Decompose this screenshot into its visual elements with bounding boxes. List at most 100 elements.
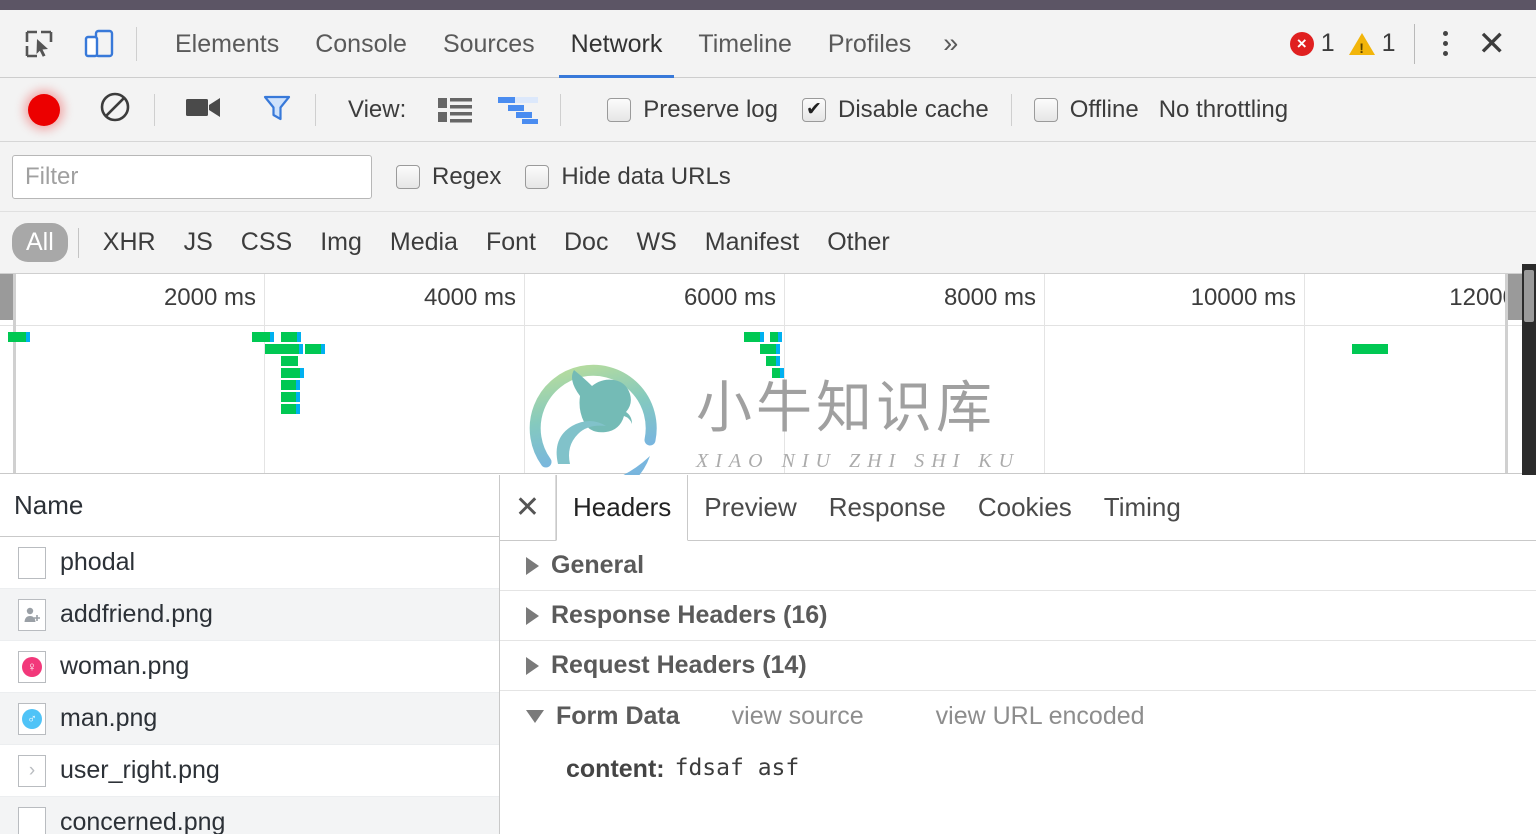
table-row[interactable]: concerned.png bbox=[0, 797, 499, 834]
disable-cache-box[interactable]: ✔ bbox=[802, 97, 826, 122]
section-response-headers-label: Response Headers (16) bbox=[551, 601, 828, 629]
type-filter-media[interactable]: Media bbox=[376, 223, 472, 262]
error-icon: × bbox=[1289, 31, 1314, 56]
triangle-right-icon bbox=[526, 606, 539, 625]
browser-title-bar bbox=[0, 0, 1536, 10]
toolbar-divider bbox=[77, 227, 79, 258]
request-bar bbox=[281, 404, 300, 414]
disable-cache-label: Disable cache bbox=[838, 95, 989, 123]
form-data-value: fdsaf asf bbox=[674, 755, 800, 781]
table-row[interactable]: ♂ man.png bbox=[0, 693, 499, 745]
detail-tab-bar: ✕ Headers Preview Response Cookies Timin… bbox=[500, 475, 1536, 541]
table-row[interactable]: › user_right.png bbox=[0, 745, 499, 797]
type-filter-css[interactable]: CSS bbox=[227, 223, 306, 262]
scrollbar-thumb[interactable] bbox=[1524, 270, 1534, 322]
toolbar-divider bbox=[560, 93, 562, 126]
tab-preview[interactable]: Preview bbox=[688, 475, 812, 540]
inspect-cursor-icon[interactable] bbox=[16, 21, 62, 67]
warning-icon: ! bbox=[1348, 32, 1375, 56]
network-overview-timeline[interactable]: 2000 ms 4000 ms 6000 ms 8000 ms 10000 ms… bbox=[0, 274, 1522, 474]
kebab-menu-icon[interactable] bbox=[1427, 23, 1464, 64]
clear-icon[interactable] bbox=[98, 90, 132, 129]
request-bar bbox=[766, 356, 780, 366]
view-source-link[interactable]: view source bbox=[732, 702, 864, 731]
type-filter-all[interactable]: All bbox=[12, 223, 68, 262]
record-button[interactable] bbox=[28, 93, 60, 126]
timeline-left-handle[interactable] bbox=[0, 274, 13, 320]
offline-checkbox[interactable]: Offline bbox=[1033, 95, 1139, 124]
close-icon[interactable]: ✕ bbox=[1464, 27, 1521, 61]
toolbar-divider bbox=[1413, 23, 1415, 64]
regex-checkbox[interactable]: Regex bbox=[396, 163, 501, 191]
tab-response[interactable]: Response bbox=[813, 475, 962, 540]
offline-box[interactable] bbox=[1033, 97, 1058, 122]
request-list-header[interactable]: Name bbox=[0, 475, 499, 537]
table-row[interactable]: addfriend.png bbox=[0, 589, 499, 641]
request-bar bbox=[281, 356, 298, 366]
network-toolbar: View: Preserve log ✔ Disable cache Offli… bbox=[0, 78, 1536, 142]
request-bar bbox=[760, 344, 780, 354]
more-tabs-chevron-icon[interactable]: » bbox=[929, 28, 972, 59]
panel-tabs: Elements Console Sources Network Timelin… bbox=[157, 10, 972, 78]
table-row[interactable]: phodal bbox=[0, 537, 499, 589]
section-request-headers[interactable]: Request Headers (14) bbox=[500, 641, 1536, 691]
camera-icon[interactable] bbox=[185, 94, 223, 125]
tab-timeline[interactable]: Timeline bbox=[680, 10, 810, 78]
section-general[interactable]: General bbox=[500, 541, 1536, 591]
tab-console[interactable]: Console bbox=[297, 10, 425, 78]
device-toolbar-icon[interactable] bbox=[76, 21, 122, 67]
timeline-right-handle[interactable] bbox=[1508, 274, 1522, 320]
section-form-data[interactable]: Form Data view source view URL encoded bbox=[500, 691, 1536, 741]
view-url-encoded-link[interactable]: view URL encoded bbox=[936, 702, 1145, 731]
toolbar-divider bbox=[315, 93, 316, 126]
hide-data-urls-box[interactable] bbox=[525, 164, 550, 189]
devtools-tab-bar-right: × 1 ! 1 ✕ bbox=[1276, 10, 1536, 78]
tab-cookies[interactable]: Cookies bbox=[962, 475, 1088, 540]
tab-timing[interactable]: Timing bbox=[1088, 475, 1197, 540]
tab-headers[interactable]: Headers bbox=[556, 475, 689, 541]
tab-profiles[interactable]: Profiles bbox=[810, 10, 929, 78]
toolbar-divider bbox=[1010, 93, 1012, 126]
disable-cache-checkbox[interactable]: ✔ Disable cache bbox=[802, 96, 989, 124]
close-detail-icon[interactable]: ✕ bbox=[500, 475, 556, 540]
preserve-log-box[interactable] bbox=[607, 97, 632, 122]
regex-box[interactable] bbox=[396, 164, 420, 189]
section-request-headers-label: Request Headers (14) bbox=[551, 651, 807, 679]
request-bar bbox=[281, 380, 300, 390]
devtools-window: Elements Console Sources Network Timelin… bbox=[0, 0, 1536, 834]
offline-label: Offline bbox=[1069, 95, 1139, 123]
type-filter-xhr[interactable]: XHR bbox=[89, 223, 170, 262]
list-view-icon[interactable] bbox=[438, 97, 473, 123]
filter-funnel-icon[interactable] bbox=[261, 91, 293, 128]
error-count-badge[interactable]: × 1 bbox=[1289, 29, 1335, 58]
form-data-key: content: bbox=[566, 755, 665, 783]
filter-input[interactable] bbox=[12, 154, 372, 199]
table-row[interactable]: ♀ woman.png bbox=[0, 641, 499, 693]
warning-count-badge[interactable]: ! 1 bbox=[1348, 29, 1396, 58]
waterfall-view-icon[interactable] bbox=[498, 96, 539, 124]
type-filter-other[interactable]: Other bbox=[813, 223, 904, 262]
section-response-headers[interactable]: Response Headers (16) bbox=[500, 591, 1536, 641]
preserve-log-checkbox[interactable]: Preserve log bbox=[607, 96, 778, 124]
timeline-gridline bbox=[784, 274, 785, 473]
woman-image-icon: ♀ bbox=[18, 650, 46, 683]
request-name: phodal bbox=[60, 548, 136, 576]
overview-scrollbar[interactable] bbox=[1522, 264, 1536, 475]
error-count: 1 bbox=[1320, 29, 1335, 57]
type-filter-manifest[interactable]: Manifest bbox=[691, 223, 813, 262]
request-bar bbox=[281, 344, 303, 354]
tab-sources[interactable]: Sources bbox=[425, 10, 553, 78]
type-filter-font[interactable]: Font bbox=[472, 223, 550, 262]
resource-type-filters: All XHR JS CSS Img Media Font Doc WS Man… bbox=[0, 212, 1536, 274]
preserve-log-label: Preserve log bbox=[643, 95, 778, 123]
tab-elements[interactable]: Elements bbox=[157, 10, 297, 78]
type-filter-doc[interactable]: Doc bbox=[550, 223, 622, 262]
type-filter-ws[interactable]: WS bbox=[622, 223, 690, 262]
timeline-gridline bbox=[1304, 274, 1305, 473]
tab-network[interactable]: Network bbox=[553, 10, 681, 78]
type-filter-js[interactable]: JS bbox=[170, 223, 227, 262]
throttling-select[interactable]: No throttling bbox=[1159, 96, 1288, 124]
hide-data-urls-checkbox[interactable]: Hide data URLs bbox=[525, 163, 731, 191]
chevron-right-icon: › bbox=[28, 759, 36, 781]
type-filter-img[interactable]: Img bbox=[306, 223, 376, 262]
